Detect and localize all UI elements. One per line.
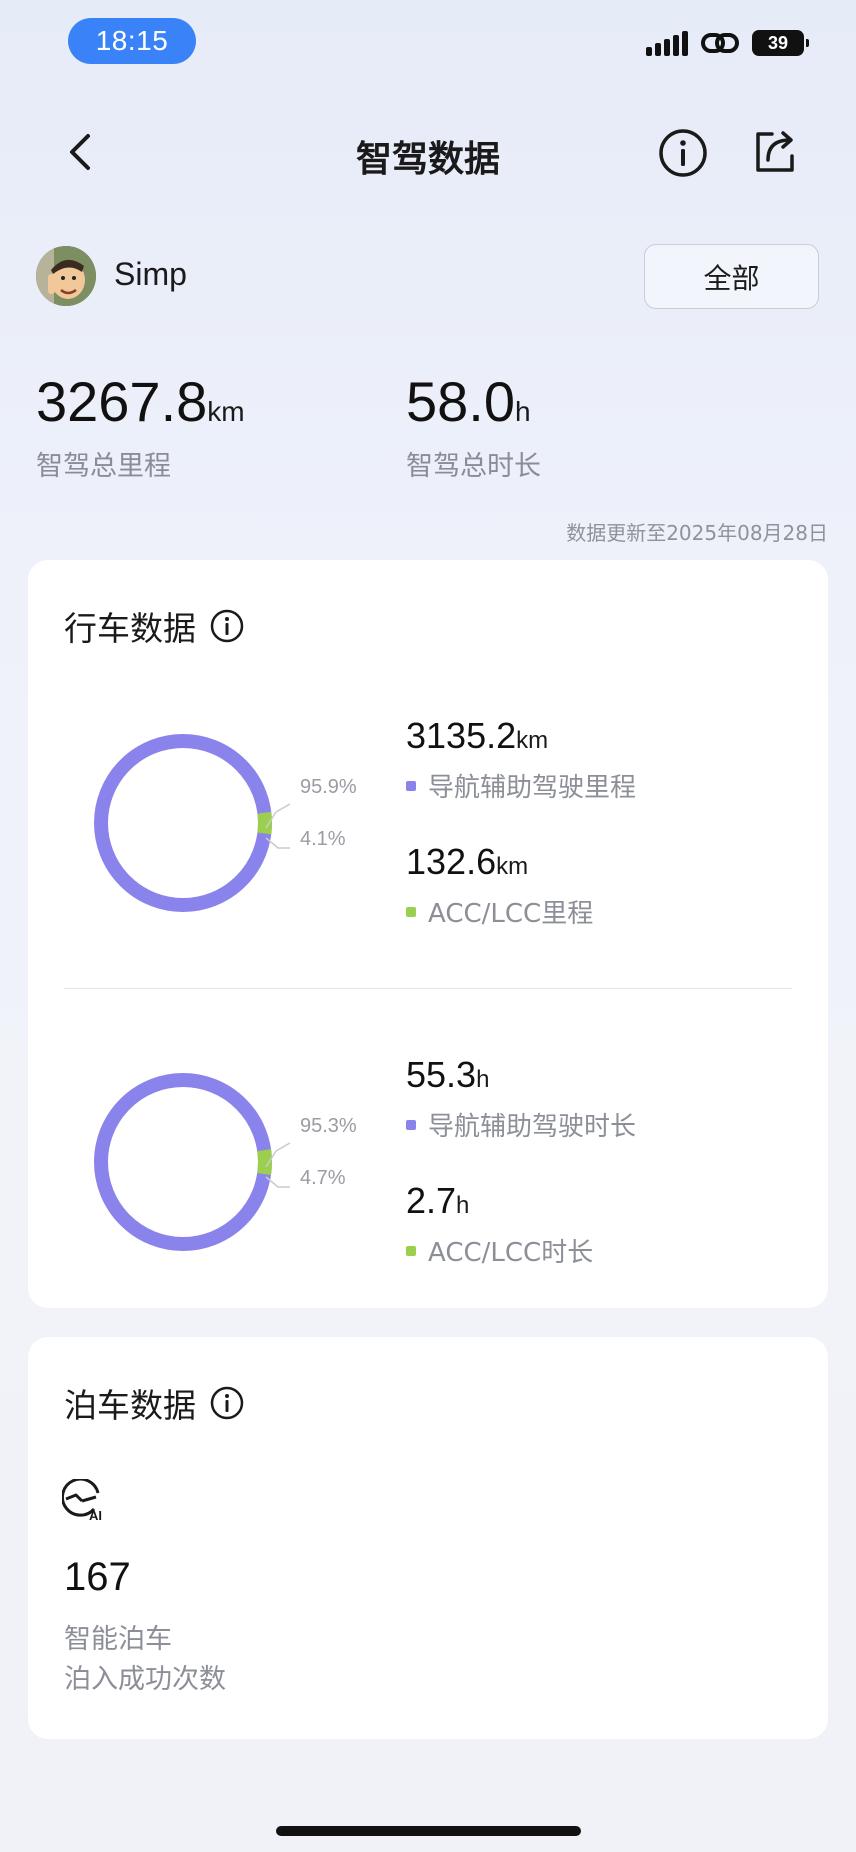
duration-nav-percent: 95.3% xyxy=(300,1115,357,1137)
signal-icon xyxy=(646,30,688,56)
parking-sublabel: 泊入成功次数 xyxy=(64,1664,226,1695)
driving-info-icon[interactable] xyxy=(210,609,244,643)
mileage-acc-value: 132.6 xyxy=(406,841,497,882)
duration-acc-label: ACC/LCC时长 xyxy=(428,1238,594,1268)
battery-icon: 39 xyxy=(752,30,809,56)
driving-data-card: 行车数据 95.9% 4.1% 3135.2km 导航辅助驾驶里程 132.6k… xyxy=(28,560,828,1308)
mileage-acc-unit: km xyxy=(496,853,529,880)
mileage-nav-percent: 95.9% xyxy=(300,776,357,798)
legend-nav-swatch xyxy=(406,1119,416,1130)
duration-nav-label: 导航辅助驾驶时长 xyxy=(428,1112,637,1142)
total-duration: 58.0h 智驾总时长 xyxy=(406,374,541,483)
total-mileage: 3267.8km 智驾总里程 xyxy=(36,374,245,483)
total-mileage-label: 智驾总里程 xyxy=(36,451,171,482)
card-divider xyxy=(64,988,792,989)
mileage-donut-chart xyxy=(94,734,272,912)
nav-header: 智驾数据 xyxy=(0,112,856,192)
hotspot-link-icon xyxy=(701,33,739,53)
mileage-nav-unit: km xyxy=(516,727,549,754)
parking-data-card: 泊车数据 AI 167 智能泊车 泊入成功次数 xyxy=(28,1337,828,1739)
duration-acc-unit: h xyxy=(456,1192,470,1219)
duration-donut-chart xyxy=(94,1073,272,1251)
share-icon[interactable] xyxy=(750,126,800,176)
total-duration-unit: h xyxy=(515,396,531,427)
mileage-nav-arc xyxy=(94,734,272,912)
parking-count: 167 xyxy=(64,1555,131,1599)
total-duration-label: 智驾总时长 xyxy=(406,451,541,482)
parking-data-title: 泊车数据 xyxy=(64,1386,196,1425)
mileage-acc-metric: 132.6km ACC/LCC里程 xyxy=(406,844,593,930)
home-indicator[interactable] xyxy=(276,1826,581,1836)
duration-acc-percent: 4.7% xyxy=(300,1167,346,1189)
avatar[interactable] xyxy=(36,246,96,306)
duration-acc-metric: 2.7h ACC/LCC时长 xyxy=(406,1183,593,1269)
duration-nav-arc xyxy=(94,1073,272,1251)
duration-nav-value: 55.3 xyxy=(406,1054,477,1095)
legend-nav-swatch xyxy=(406,780,416,791)
mileage-acc-percent: 4.1% xyxy=(300,828,346,850)
mileage-nav-metric: 3135.2km 导航辅助驾驶里程 xyxy=(406,718,636,804)
legend-acc-swatch xyxy=(406,1245,416,1256)
driving-data-title: 行车数据 xyxy=(64,609,196,648)
mileage-nav-label: 导航辅助驾驶里程 xyxy=(428,773,637,803)
parking-info-icon[interactable] xyxy=(210,1386,244,1420)
driving-data-header: 行车数据 xyxy=(64,602,244,650)
status-time: 18:15 xyxy=(68,18,196,64)
status-indicators: 39 xyxy=(646,30,809,56)
mileage-nav-value: 3135.2 xyxy=(406,715,517,756)
total-duration-value: 58.0 xyxy=(406,370,515,433)
page-title: 智驾数据 xyxy=(355,139,500,180)
duration-nav-metric: 55.3h 导航辅助驾驶时长 xyxy=(406,1057,636,1143)
duration-acc-value: 2.7 xyxy=(406,1180,457,1221)
total-mileage-value: 3267.8 xyxy=(36,370,208,433)
ai-parking-icon: AI xyxy=(62,1479,102,1521)
total-mileage-unit: km xyxy=(207,396,245,427)
parking-data-header: 泊车数据 xyxy=(64,1379,244,1427)
svg-text:AI: AI xyxy=(89,1508,102,1521)
duration-nav-unit: h xyxy=(476,1066,490,1093)
legend-acc-swatch xyxy=(406,906,416,917)
username: Simp xyxy=(114,256,187,292)
filter-all-button[interactable]: 全部 xyxy=(644,244,819,309)
info-icon[interactable] xyxy=(658,128,708,178)
update-timestamp: 数据更新至2025年08月28日 xyxy=(566,521,828,545)
parking-label: 智能泊车 xyxy=(64,1624,172,1655)
mileage-acc-label: ACC/LCC里程 xyxy=(428,899,594,929)
